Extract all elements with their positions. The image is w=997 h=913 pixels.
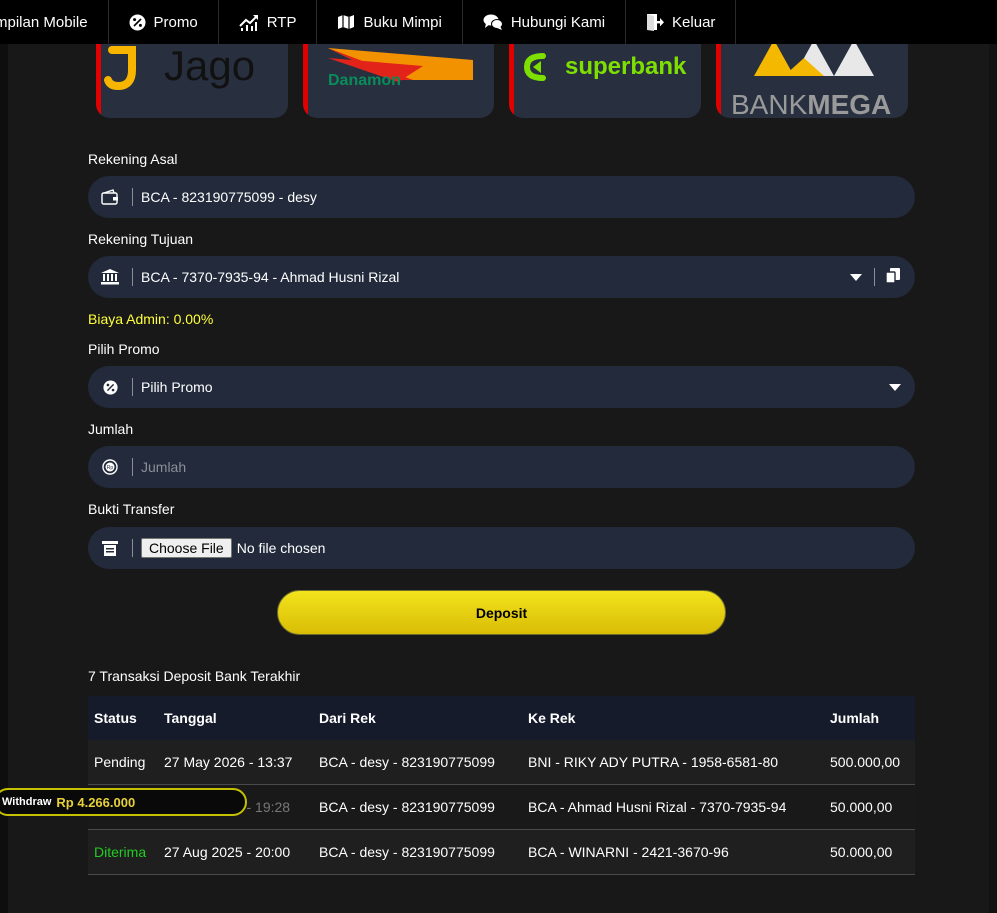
bank-card-accent xyxy=(303,40,308,118)
nav-item-label: mpilan Mobile xyxy=(0,13,88,31)
bank-card-danamon[interactable]: Danamon xyxy=(303,40,494,118)
withdraw-amount: Rp 4.266.000 xyxy=(56,794,136,810)
nav-item-rtp[interactable]: RTP xyxy=(219,0,318,44)
column-header: Jumlah xyxy=(830,710,880,726)
choose-file-button[interactable]: Choose File xyxy=(141,538,232,558)
table-header-row: Status Tanggal Dari Rek Ke Rek Jumlah xyxy=(88,696,915,740)
bankmega-logo: BANKMEGA xyxy=(731,40,891,118)
svg-text:BANKMEGA: BANKMEGA xyxy=(731,89,891,118)
chart-icon xyxy=(239,13,259,31)
bank-card-accent xyxy=(716,40,721,118)
chat-icon xyxy=(483,14,503,31)
transactions-title: 7 Transaksi Deposit Bank Terakhir xyxy=(88,668,301,684)
dari-rek-cell: BCA - desy - 823190775099 xyxy=(313,784,522,830)
dari-rek-cell: BCA - desy - 823190775099 xyxy=(313,829,522,875)
nav-item-label: Keluar xyxy=(672,13,716,31)
nav-item-promo[interactable]: Promo xyxy=(109,0,219,44)
chevron-down-icon xyxy=(850,273,862,281)
jumlah-cell: 50.000,00 xyxy=(824,829,915,875)
tanggal-cell: 27 Aug 2025 - 20:00 xyxy=(158,829,313,875)
top-navigation: mpilan Mobile Promo RTP Buku Mimpi Hubun… xyxy=(0,0,997,44)
field-separator xyxy=(132,458,133,476)
danamon-logo: Danamon xyxy=(328,48,473,89)
nav-item-buku-mimpi[interactable]: Buku Mimpi xyxy=(317,0,463,44)
nav-item-label: Hubungi Kami xyxy=(510,13,606,31)
logout-icon xyxy=(646,13,665,31)
bank-card-accent xyxy=(96,40,101,118)
column-header: Dari Rek xyxy=(319,710,376,726)
jago-logo: Jago xyxy=(104,42,255,91)
superbank-logo: superbank xyxy=(523,53,687,81)
promo-value: Pilih Promo xyxy=(141,379,213,395)
status-cell: Diterima xyxy=(88,829,158,875)
biaya-admin-text: Biaya Admin: 0.00% xyxy=(88,311,214,327)
rekening-asal-value: BCA - 823190775099 - desy xyxy=(141,189,317,205)
withdraw-label: Withdraw xyxy=(2,796,52,808)
ke-rek-cell: BCA - Ahmad Husni Rizal - 7370-7935-94 xyxy=(522,784,824,830)
bank-card-bankmega[interactable]: BANKMEGA xyxy=(716,40,908,118)
bank-card-jago[interactable]: Jago xyxy=(96,40,288,118)
percent-icon xyxy=(88,379,132,395)
copy-icon[interactable] xyxy=(885,267,901,287)
field-separator xyxy=(132,268,133,286)
nav-item-label: Buku Mimpi xyxy=(363,13,442,31)
receipt-icon xyxy=(88,540,132,556)
bukti-transfer-label: Bukti Transfer xyxy=(88,501,175,517)
rekening-tujuan-value: BCA - 7370-7935-94 - Ahmad Husni Rizal xyxy=(141,269,400,285)
table-row: Pending 27 May 2026 - 13:37 BCA - desy -… xyxy=(88,740,915,785)
tanggal-cell: 27 May 2026 - 13:37 xyxy=(158,740,313,785)
file-status: No file chosen xyxy=(236,540,326,556)
jumlah-label: Jumlah xyxy=(88,421,134,437)
jumlah-placeholder: Jumlah xyxy=(141,459,187,475)
promo-label: Pilih Promo xyxy=(88,341,160,357)
field-separator xyxy=(132,378,133,396)
deposit-button[interactable]: Deposit xyxy=(277,590,726,635)
nav-item-keluar[interactable]: Keluar xyxy=(626,0,737,44)
right-edge xyxy=(989,0,997,913)
svg-text:Danamon: Danamon xyxy=(328,72,401,89)
field-separator xyxy=(874,268,875,286)
left-edge xyxy=(0,0,8,913)
rekening-tujuan-label: Rekening Tujuan xyxy=(88,231,194,247)
column-header: Tanggal xyxy=(164,710,217,726)
rekening-asal-label: Rekening Asal xyxy=(88,151,178,167)
map-icon xyxy=(337,14,355,30)
ke-rek-cell: BCA - WINARNI - 2421-3670-96 xyxy=(522,829,824,875)
nav-item-label: Promo xyxy=(153,13,198,31)
jumlah-input[interactable]: Rp Jumlah xyxy=(88,446,915,488)
column-header: Ke Rek xyxy=(528,710,576,726)
nav-item-hubungi-kami[interactable]: Hubungi Kami xyxy=(463,0,627,44)
ke-rek-cell: BNI - RIKY ADY PUTRA - 1958-6581-80 xyxy=(522,740,824,785)
bank-card-accent xyxy=(509,40,514,118)
rekening-asal-field[interactable]: BCA - 823190775099 - desy xyxy=(88,176,915,218)
field-separator xyxy=(132,539,133,557)
bank-icon xyxy=(88,269,132,285)
svg-text:superbank: superbank xyxy=(565,53,687,80)
svg-text:Jago: Jago xyxy=(164,42,255,89)
transactions-table: Status Tanggal Dari Rek Ke Rek Jumlah Pe… xyxy=(88,696,915,875)
field-separator xyxy=(132,188,133,206)
chevron-down-icon xyxy=(889,383,901,391)
column-header: Status xyxy=(94,710,137,726)
nav-item-mobile[interactable]: mpilan Mobile xyxy=(0,0,109,44)
nav-item-label: RTP xyxy=(266,13,297,31)
status-cell: Pending xyxy=(88,740,158,785)
bukti-transfer-field: Choose File No file chosen xyxy=(88,527,915,569)
promo-select[interactable]: Pilih Promo xyxy=(88,366,915,408)
svg-text:Rp: Rp xyxy=(107,465,114,471)
bank-card-superbank[interactable]: superbank xyxy=(509,40,701,118)
wallet-icon xyxy=(88,189,132,205)
table-row: Diterima 27 Aug 2025 - 20:00 BCA - desy … xyxy=(88,829,915,875)
dari-rek-cell: BCA - desy - 823190775099 xyxy=(313,740,522,785)
coin-icon: Rp xyxy=(88,459,132,475)
percent-icon xyxy=(129,14,146,31)
jumlah-cell: 500.000,00 xyxy=(824,740,915,785)
withdraw-ticker-badge: Withdraw Rp 4.266.000 xyxy=(0,788,247,816)
rekening-tujuan-select[interactable]: BCA - 7370-7935-94 - Ahmad Husni Rizal xyxy=(88,256,915,298)
jumlah-cell: 50.000,00 xyxy=(824,784,915,830)
